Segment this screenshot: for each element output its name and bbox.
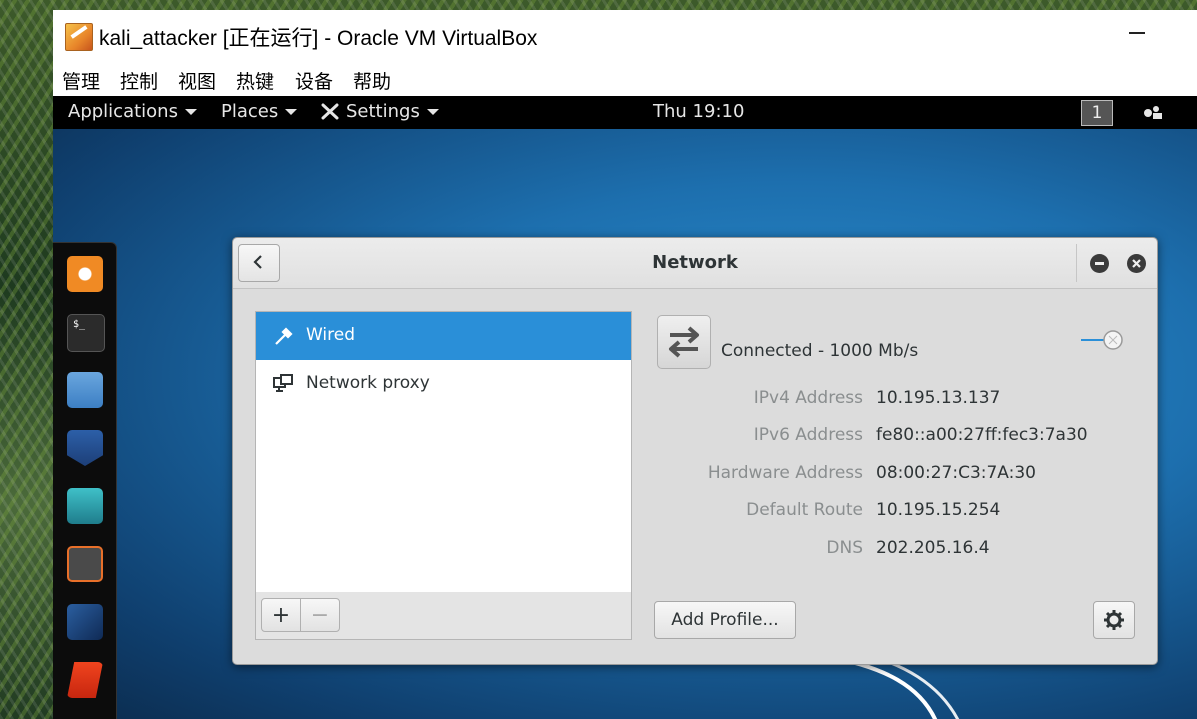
chevron-down-icon bbox=[285, 109, 298, 115]
network-settings-dialog: Network Wired Network proxy + − Connecte… bbox=[232, 237, 1158, 665]
wired-icon bbox=[275, 327, 293, 345]
menu-control[interactable]: 控制 bbox=[120, 67, 158, 94]
guest-screen[interactable]: Applications Places Settings Thu 19:10 1… bbox=[53, 96, 1197, 719]
gear-icon bbox=[1104, 610, 1124, 630]
minimize-icon[interactable] bbox=[1129, 32, 1145, 34]
dialog-title: Network bbox=[652, 252, 738, 273]
terminal-icon[interactable]: $_ bbox=[67, 314, 105, 352]
clock[interactable]: Thu 19:10 bbox=[653, 101, 744, 122]
workspace-indicator[interactable]: 1 bbox=[1081, 100, 1113, 126]
connection-status-icon-box bbox=[657, 315, 711, 369]
window-title: kali_attacker [正在运行] - Oracle VM Virtual… bbox=[99, 27, 538, 50]
hardware-address-label: Hardware Address bbox=[707, 463, 863, 483]
virtualbox-titlebar[interactable]: kali_attacker [正在运行] - Oracle VM Virtual… bbox=[53, 10, 1197, 62]
header-separator bbox=[1076, 244, 1077, 282]
armitage-icon[interactable] bbox=[67, 488, 103, 524]
files-icon[interactable] bbox=[67, 372, 103, 408]
ipv4-value: 10.195.13.137 bbox=[876, 388, 1001, 408]
connection-label: Wired bbox=[306, 325, 356, 345]
applications-label: Applications bbox=[68, 101, 178, 122]
connection-toggle-switch[interactable] bbox=[1079, 328, 1127, 352]
chevron-down-icon bbox=[184, 109, 197, 115]
ipv4-label: IPv4 Address bbox=[753, 388, 863, 408]
virtualbox-menubar: 管理 控制 视图 热键 设备 帮助 bbox=[53, 62, 1197, 96]
close-icon bbox=[1132, 259, 1141, 268]
menu-view[interactable]: 视图 bbox=[178, 67, 216, 94]
metasploit-icon[interactable] bbox=[67, 430, 103, 466]
tools-icon bbox=[321, 103, 339, 120]
settings-menu[interactable]: Settings bbox=[320, 101, 439, 122]
ipv6-value: fe80::a00:27ff:fec3:7a30 bbox=[876, 425, 1088, 445]
dock: $_ bbox=[53, 242, 117, 719]
gnome-top-bar: Applications Places Settings Thu 19:10 1 bbox=[53, 96, 1197, 129]
system-tray-icon[interactable] bbox=[1143, 105, 1163, 119]
menu-devices[interactable]: 设备 bbox=[295, 67, 333, 94]
list-toolbar: + − bbox=[255, 592, 632, 640]
proxy-icon bbox=[273, 374, 293, 392]
chevron-down-icon bbox=[426, 109, 439, 115]
applications-menu[interactable]: Applications bbox=[68, 101, 197, 122]
dialog-header: Network bbox=[233, 238, 1157, 289]
hardware-address-value: 08:00:27:C3:7A:30 bbox=[876, 463, 1036, 483]
remove-connection-button[interactable]: − bbox=[300, 598, 340, 632]
default-route-label: Default Route bbox=[746, 500, 863, 520]
menu-hotkeys[interactable]: 热键 bbox=[236, 67, 274, 94]
firefox-icon[interactable] bbox=[67, 256, 103, 292]
add-profile-button[interactable]: Add Profile... bbox=[654, 601, 796, 639]
menu-manage[interactable]: 管理 bbox=[62, 67, 100, 94]
list-item-network-proxy[interactable]: Network proxy bbox=[256, 360, 631, 408]
add-connection-button[interactable]: + bbox=[261, 598, 301, 632]
default-route-value: 10.195.15.254 bbox=[876, 500, 1001, 520]
minimize-button[interactable] bbox=[1090, 254, 1109, 273]
connection-list: Wired Network proxy bbox=[255, 311, 632, 593]
burpsuite-icon[interactable] bbox=[67, 546, 103, 582]
places-menu[interactable]: Places bbox=[221, 101, 298, 122]
connection-label: Network proxy bbox=[306, 373, 430, 393]
virtualbox-window: kali_attacker [正在运行] - Oracle VM Virtual… bbox=[53, 10, 1197, 719]
faraday-icon[interactable] bbox=[67, 662, 103, 698]
minimize-icon bbox=[1095, 262, 1104, 265]
connection-settings-button[interactable] bbox=[1093, 601, 1135, 639]
virtualbox-icon bbox=[65, 23, 93, 51]
close-button[interactable] bbox=[1127, 254, 1146, 273]
places-label: Places bbox=[221, 101, 279, 122]
settings-label: Settings bbox=[346, 101, 420, 122]
maltego-icon[interactable] bbox=[67, 604, 103, 640]
menu-help[interactable]: 帮助 bbox=[353, 67, 391, 94]
ipv6-label: IPv6 Address bbox=[753, 425, 863, 445]
dns-value: 202.205.16.4 bbox=[876, 538, 990, 558]
list-item-wired[interactable]: Wired bbox=[256, 312, 631, 360]
connection-status: Connected - 1000 Mb/s bbox=[721, 341, 919, 361]
transfer-arrows-icon bbox=[669, 326, 699, 358]
dns-label: DNS bbox=[826, 538, 863, 558]
